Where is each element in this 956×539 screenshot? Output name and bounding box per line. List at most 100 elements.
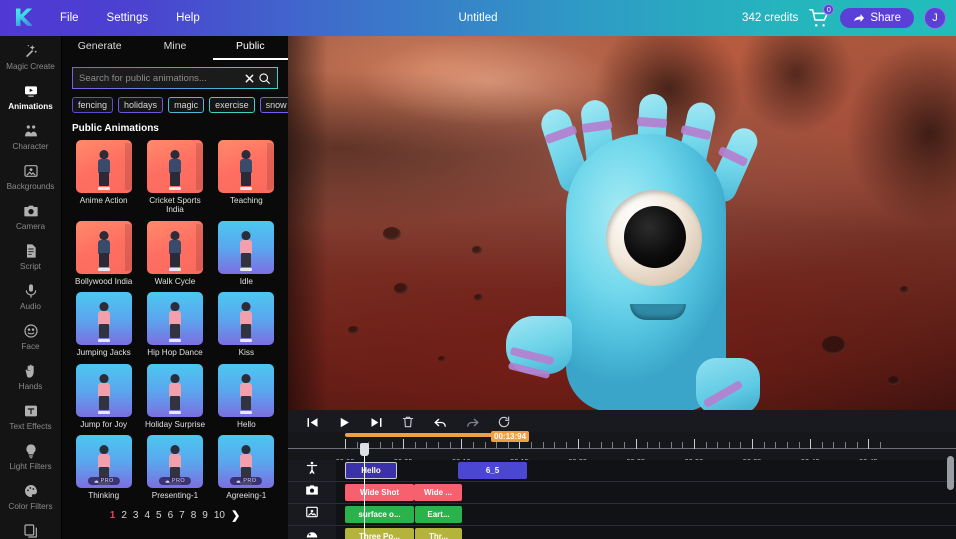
sidebar-item-character[interactable]: Character	[0, 116, 61, 156]
sidebar-item-script[interactable]: Script	[0, 236, 61, 276]
timeline-clip[interactable]: 6_5	[458, 462, 527, 479]
sidebar-item-animations[interactable]: Animations	[0, 76, 61, 116]
sidebar-item-camera[interactable]: Camera	[0, 196, 61, 236]
animation-thumbnail[interactable]	[218, 221, 274, 274]
user-avatar[interactable]: J	[924, 7, 946, 29]
refresh-button[interactable]	[496, 414, 512, 430]
tab-generate[interactable]: Generate	[62, 40, 137, 60]
animation-card[interactable]: Teaching	[213, 140, 280, 215]
playhead-handle[interactable]	[360, 443, 369, 456]
menu-item-help[interactable]: Help	[162, 12, 214, 24]
sidebar-item-audio[interactable]: Audio	[0, 276, 61, 316]
tag-chip-snow[interactable]: snow	[260, 97, 288, 113]
track-header[interactable]	[288, 504, 336, 525]
animation-thumbnail[interactable]: PRO	[76, 435, 132, 488]
skip-to-start-button[interactable]	[304, 414, 320, 430]
animation-card[interactable]: Holiday Surprise	[141, 364, 208, 429]
tag-chip-fencing[interactable]: fencing	[72, 97, 113, 113]
sidebar-item-templates[interactable]: Templates	[0, 516, 61, 539]
page-button-2[interactable]: 2	[121, 510, 127, 521]
animation-thumbnail[interactable]: PRO	[147, 435, 203, 488]
next-page-button[interactable]: ❯	[231, 509, 240, 522]
sidebar-item-light-filters[interactable]: Light Filters	[0, 436, 61, 476]
timeline-clip[interactable]: Hello	[345, 462, 397, 479]
timeline-ruler[interactable]: 00:13:94 00:0000:0500:1000:1500:2000:250…	[288, 432, 956, 460]
sidebar-item-color-filters[interactable]: Color Filters	[0, 476, 61, 516]
sidebar-item-backgrounds[interactable]: Backgrounds	[0, 156, 61, 196]
play-button[interactable]	[336, 414, 352, 430]
animation-card[interactable]: Idle	[213, 221, 280, 286]
page-button-7[interactable]: 7	[179, 510, 185, 521]
timeline-clip[interactable]: Eart...	[415, 506, 462, 523]
timeline-clip[interactable]: Wide Shot	[345, 484, 414, 501]
sidebar-item-face[interactable]: Face	[0, 316, 61, 356]
camera-icon	[22, 202, 40, 220]
animation-card[interactable]: Hello	[213, 364, 280, 429]
page-button-3[interactable]: 3	[133, 510, 139, 521]
animation-thumbnail[interactable]	[218, 364, 274, 417]
animation-thumbnail[interactable]	[76, 364, 132, 417]
animation-thumbnail[interactable]: PRO	[218, 435, 274, 488]
tab-mine[interactable]: Mine	[137, 40, 212, 60]
tag-chip-holidays[interactable]: holidays	[118, 97, 163, 113]
animation-card[interactable]: PROAgreeing-1	[213, 435, 280, 500]
sidebar-item-magic-create[interactable]: Magic Create	[0, 36, 61, 76]
page-button-1[interactable]: 1	[110, 510, 116, 521]
animation-card[interactable]: PROThinking	[70, 435, 137, 500]
sidebar-item-text-effects[interactable]: Text Effects	[0, 396, 61, 436]
track-header[interactable]	[288, 526, 336, 539]
timeline-clip[interactable]: Wide ...	[414, 484, 462, 501]
redo-button[interactable]	[464, 414, 480, 430]
animation-thumbnail[interactable]	[76, 292, 132, 345]
menu-item-file[interactable]: File	[46, 12, 93, 24]
animation-thumbnail[interactable]	[147, 364, 203, 417]
page-button-8[interactable]: 8	[191, 510, 197, 521]
playhead[interactable]	[364, 444, 365, 539]
animation-thumbnail[interactable]	[147, 292, 203, 345]
preview-canvas[interactable]	[288, 36, 956, 410]
sidebar-item-hands[interactable]: Hands	[0, 356, 61, 396]
track-header[interactable]	[288, 460, 336, 481]
animation-card[interactable]: Kiss	[213, 292, 280, 357]
app-logo[interactable]: K	[0, 6, 46, 30]
animation-card[interactable]: Walk Cycle	[141, 221, 208, 286]
track-header[interactable]	[288, 482, 336, 503]
tag-chip-exercise[interactable]: exercise	[209, 97, 255, 113]
tab-public[interactable]: Public	[213, 40, 288, 60]
cart-button[interactable]: 0	[808, 7, 830, 29]
alien-character[interactable]	[506, 108, 816, 410]
undo-button[interactable]	[432, 414, 448, 430]
timeline-clip[interactable]: Thr...	[415, 528, 462, 539]
skip-to-end-button[interactable]	[368, 414, 384, 430]
animation-thumbnail[interactable]	[147, 221, 203, 274]
timeline-clip[interactable]: Three Po...	[345, 528, 414, 539]
animation-thumbnail[interactable]	[147, 140, 203, 193]
animation-card[interactable]: Hip Hop Dance	[141, 292, 208, 357]
page-button-5[interactable]: 5	[156, 510, 162, 521]
page-button-6[interactable]: 6	[168, 510, 174, 521]
animation-card[interactable]: Anime Action	[70, 140, 137, 215]
animation-card[interactable]: Jumping Jacks	[70, 292, 137, 357]
tag-chip-magic[interactable]: magic	[168, 97, 204, 113]
animation-card[interactable]: PROPresenting-1	[141, 435, 208, 500]
search-input[interactable]	[79, 73, 241, 84]
animation-thumbnail[interactable]	[218, 292, 274, 345]
avatar-figure-icon	[94, 231, 114, 271]
page-button-9[interactable]: 9	[202, 510, 208, 521]
menu-item-settings[interactable]: Settings	[93, 12, 163, 24]
timeline-scrollbar-thumb[interactable]	[947, 456, 954, 490]
animation-card[interactable]: Cricket Sports India	[141, 140, 208, 215]
animation-card[interactable]: Bollywood India	[70, 221, 137, 286]
search-icon[interactable]	[258, 72, 271, 85]
animation-card[interactable]: Jump for Joy	[70, 364, 137, 429]
timeline-clip[interactable]: surface o...	[345, 506, 414, 523]
page-button-10[interactable]: 10	[214, 510, 225, 521]
magic-wand-icon	[22, 42, 40, 60]
delete-button[interactable]	[400, 414, 416, 430]
animation-thumbnail[interactable]	[76, 140, 132, 193]
page-button-4[interactable]: 4	[144, 510, 150, 521]
clear-search-icon[interactable]	[244, 73, 255, 84]
animation-thumbnail[interactable]	[76, 221, 132, 274]
animation-thumbnail[interactable]	[218, 140, 274, 193]
share-button[interactable]: Share	[840, 8, 914, 28]
